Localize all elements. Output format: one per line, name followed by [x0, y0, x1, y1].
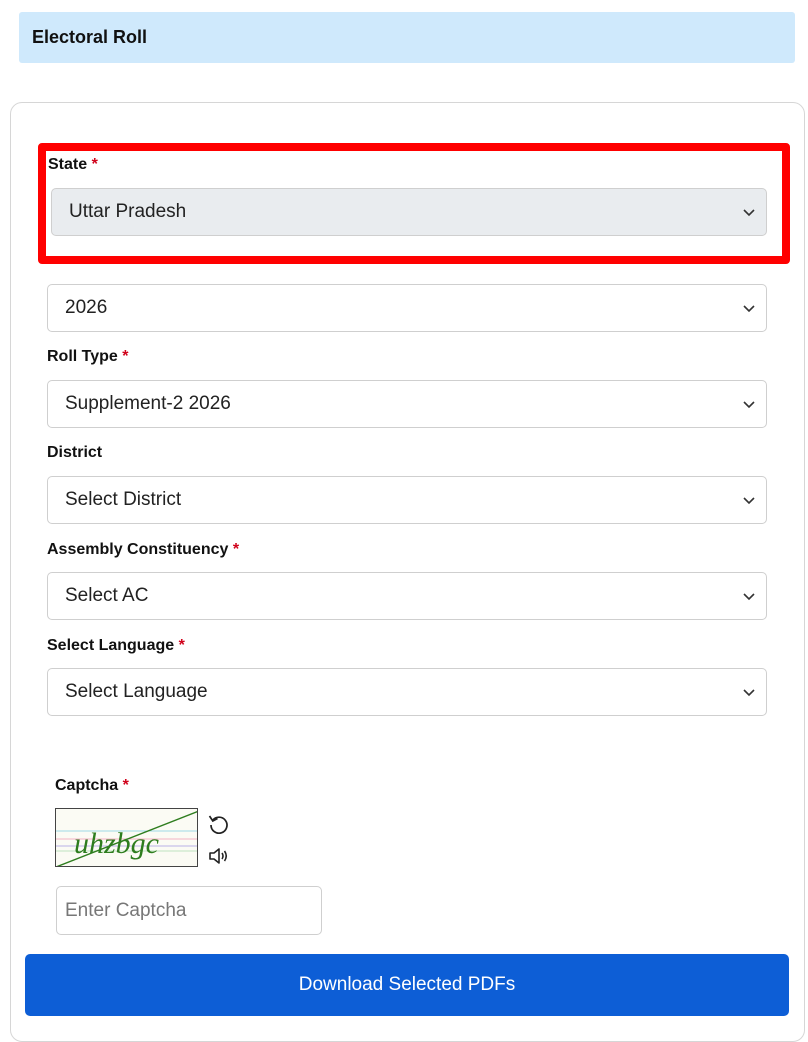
language-select[interactable]: Select Language	[47, 668, 767, 716]
refresh-icon[interactable]	[207, 812, 231, 836]
captcha-image: uhzbgc	[55, 808, 198, 867]
chevron-down-icon	[743, 305, 755, 313]
required-mark: *	[178, 637, 185, 654]
state-label: State *	[48, 156, 98, 174]
captcha-graphic: uhzbgc	[56, 811, 197, 866]
required-mark: *	[232, 541, 240, 558]
required-mark: *	[91, 156, 98, 173]
required-mark: *	[122, 348, 129, 365]
district-select-value: Select District	[65, 489, 182, 510]
language-label-text: Select Language	[47, 637, 175, 654]
assembly-label: Assembly Constituency *	[47, 541, 239, 559]
assembly-select-value: Select AC	[65, 585, 149, 606]
captcha-input[interactable]	[56, 886, 322, 935]
district-select[interactable]: Select District	[47, 476, 767, 524]
roll-type-label-text: Roll Type	[47, 348, 118, 365]
year-select-value: 2026	[65, 297, 108, 318]
chevron-down-icon	[743, 689, 755, 697]
roll-type-select[interactable]: Supplement-2 2026	[47, 380, 767, 428]
captcha-text: uhzbgc	[74, 827, 159, 860]
captcha-label: Captcha *	[55, 777, 129, 795]
page-title: Electoral Roll	[32, 27, 148, 47]
chevron-down-icon	[743, 401, 755, 409]
speaker-icon[interactable]	[207, 844, 231, 868]
state-select[interactable]: Uttar Pradesh	[51, 188, 767, 236]
required-mark: *	[122, 777, 129, 794]
download-pdfs-button[interactable]: Download Selected PDFs	[25, 954, 789, 1016]
chevron-down-icon	[743, 497, 755, 505]
captcha-label-text: Captcha	[55, 777, 119, 794]
district-label: District	[47, 444, 102, 462]
language-label: Select Language *	[47, 637, 185, 655]
chevron-down-icon	[743, 593, 755, 601]
roll-type-label: Roll Type *	[47, 348, 129, 366]
page-header: Electoral Roll	[19, 12, 795, 63]
state-select-value: Uttar Pradesh	[69, 201, 187, 222]
year-select[interactable]: 2026	[47, 284, 767, 332]
assembly-select[interactable]: Select AC	[47, 572, 767, 620]
roll-type-select-value: Supplement-2 2026	[65, 393, 231, 414]
chevron-down-icon	[743, 209, 755, 217]
language-select-value: Select Language	[65, 681, 208, 702]
district-label-text: District	[47, 444, 103, 461]
assembly-label-text: Assembly Constituency	[47, 541, 229, 558]
state-label-text: State	[48, 156, 88, 173]
